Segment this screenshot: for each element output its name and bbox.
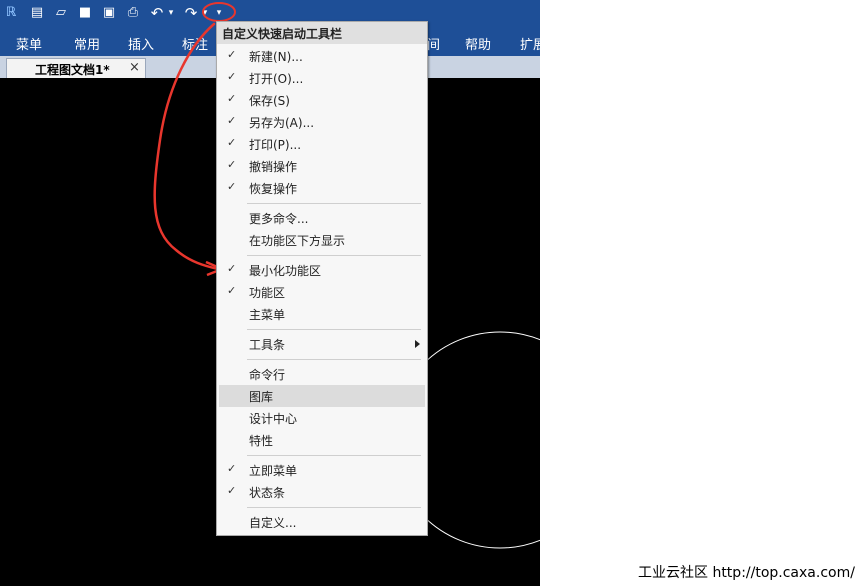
menu-item-label: 恢复操作 xyxy=(249,182,298,196)
menu-header: 自定义快速启动工具栏 xyxy=(217,22,427,44)
customize-quick-access-menu: 自定义快速启动工具栏 ✓ 新建(N)... ✓ 打开(O)... ✓ 保存(S)… xyxy=(216,21,428,536)
menu-item-label: 工具条 xyxy=(249,338,286,352)
menu-separator xyxy=(247,507,421,508)
menu-item-properties[interactable]: 特性 xyxy=(219,429,425,451)
check-icon: ✓ xyxy=(227,180,237,193)
menu-item-label: 设计中心 xyxy=(249,412,298,426)
menu-item-more-commands[interactable]: 更多命令... xyxy=(219,207,425,229)
menu-item-label: 新建(N)... xyxy=(249,50,303,64)
check-icon: ✓ xyxy=(227,484,237,497)
menu-item-status-bar[interactable]: ✓ 状态条 xyxy=(219,481,425,503)
menu-item-toolbars[interactable]: 工具条 xyxy=(219,333,425,355)
check-icon: ✓ xyxy=(227,136,237,149)
menu-separator xyxy=(247,455,421,456)
check-icon: ✓ xyxy=(227,262,237,275)
menu-item-label: 在功能区下方显示 xyxy=(249,234,346,248)
menu-item-save[interactable]: ✓ 保存(S) xyxy=(219,89,425,111)
menu-item-minimize-ribbon[interactable]: ✓ 最小化功能区 xyxy=(219,259,425,281)
menu-item-label: 更多命令... xyxy=(249,212,309,226)
menu-separator xyxy=(247,359,421,360)
menu-item-label: 自定义... xyxy=(249,516,297,530)
check-icon: ✓ xyxy=(227,114,237,127)
watermark-text: 工业云社区 http://top.caxa.com/ xyxy=(638,565,855,581)
menu-item-print[interactable]: ✓ 打印(P)... xyxy=(219,133,425,155)
menu-item-label: 主菜单 xyxy=(249,308,286,322)
menu-item-show-below-ribbon[interactable]: 在功能区下方显示 xyxy=(219,229,425,251)
annotation-circle xyxy=(202,2,236,22)
menu-item-label: 立即菜单 xyxy=(249,464,298,478)
menu-item-label: 最小化功能区 xyxy=(249,264,322,278)
check-icon: ✓ xyxy=(227,284,237,297)
menu-item-label: 打开(O)... xyxy=(249,72,304,86)
menu-item-command-line[interactable]: 命令行 xyxy=(219,363,425,385)
menu-item-customize[interactable]: 自定义... xyxy=(219,511,425,533)
check-icon: ✓ xyxy=(227,48,237,61)
check-icon: ✓ xyxy=(227,158,237,171)
menu-item-library[interactable]: 图库 xyxy=(219,385,425,407)
menu-item-immediate-menu[interactable]: ✓ 立即菜单 xyxy=(219,459,425,481)
menu-item-label: 图库 xyxy=(249,390,274,404)
menu-item-label: 撤销操作 xyxy=(249,160,298,174)
menu-item-new[interactable]: ✓ 新建(N)... xyxy=(219,45,425,67)
menu-item-label: 命令行 xyxy=(249,368,286,382)
check-icon: ✓ xyxy=(227,462,237,475)
submenu-arrow-icon xyxy=(415,340,420,348)
menu-item-label: 打印(P)... xyxy=(249,138,302,152)
menu-item-redo[interactable]: ✓ 恢复操作 xyxy=(219,177,425,199)
check-icon: ✓ xyxy=(227,70,237,83)
check-icon: ✓ xyxy=(227,92,237,105)
menu-item-label: 特性 xyxy=(249,434,274,448)
menu-separator xyxy=(247,203,421,204)
menu-item-label: 功能区 xyxy=(249,286,286,300)
menu-item-save-as[interactable]: ✓ 另存为(A)... xyxy=(219,111,425,133)
menu-item-main-menu[interactable]: 主菜单 xyxy=(219,303,425,325)
menu-item-label: 保存(S) xyxy=(249,94,290,108)
menu-item-ribbon[interactable]: ✓ 功能区 xyxy=(219,281,425,303)
annotation-arrow-line xyxy=(153,22,220,271)
menu-item-design-center[interactable]: 设计中心 xyxy=(219,407,425,429)
menu-item-open[interactable]: ✓ 打开(O)... xyxy=(219,67,425,89)
menu-item-label: 状态条 xyxy=(249,486,286,500)
menu-item-undo[interactable]: ✓ 撤销操作 xyxy=(219,155,425,177)
menu-separator xyxy=(247,255,421,256)
menu-separator xyxy=(247,329,421,330)
menu-title: 自定义快速启动工具栏 xyxy=(222,27,343,41)
menu-item-label: 另存为(A)... xyxy=(249,116,315,130)
